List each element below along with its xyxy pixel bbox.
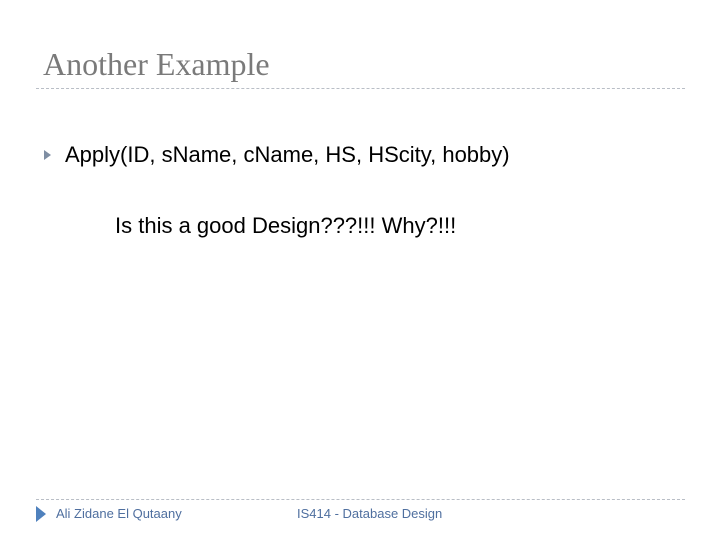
sub-text: Is this a good Design???!!! Why?!!!	[115, 213, 457, 238]
slide-title: Another Example	[43, 46, 270, 82]
bullet-triangle-icon	[44, 150, 51, 160]
footer-course: IS414 - Database Design	[297, 506, 443, 521]
footer-author: Ali Zidane El Qutaany	[56, 506, 182, 521]
bullet-text: Apply(ID, sName, cName, HS, HScity, hobb…	[65, 142, 510, 167]
footer-divider	[36, 499, 685, 500]
footer-triangle-icon	[36, 506, 46, 522]
bullet-item: Apply(ID, sName, cName, HS, HScity, hobb…	[44, 140, 510, 170]
title-divider	[36, 88, 685, 89]
